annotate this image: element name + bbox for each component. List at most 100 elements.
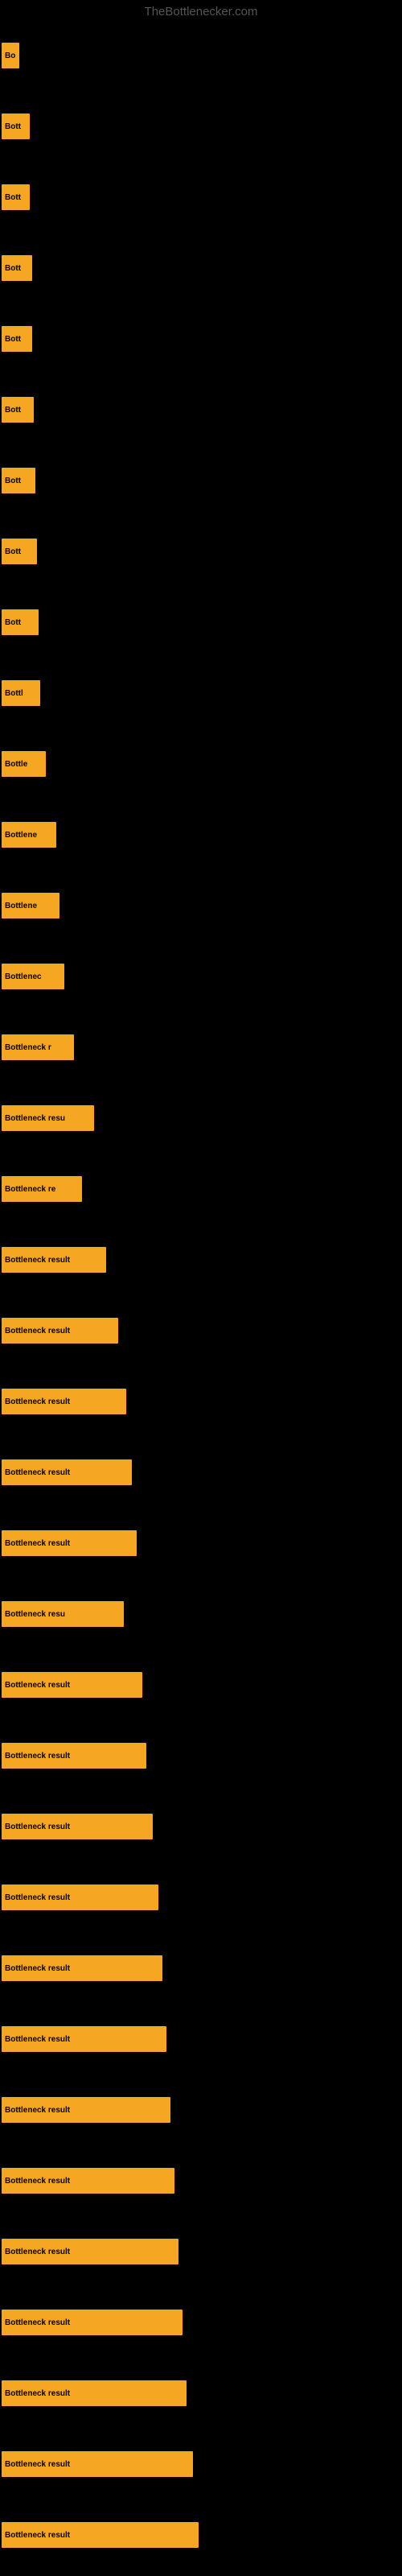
bar-label: Bottleneck re <box>5 1185 55 1194</box>
bar-row: Bottleneck result <box>0 1366 402 1437</box>
bar-label: Bottleneck resu <box>5 1114 65 1123</box>
bar: Bottleneck result <box>2 2097 170 2123</box>
bar: Bott <box>2 184 30 210</box>
bar-row: Bottleneck result <box>0 1791 402 1862</box>
bar-row: Bottleneck result <box>0 2216 402 2287</box>
bar-label: Bottlene <box>5 902 37 910</box>
bar-label: Bottleneck result <box>5 1823 70 1831</box>
bar-row: Bo <box>0 20 402 91</box>
bar-row: Bott <box>0 162 402 233</box>
bar-row: Bott <box>0 233 402 303</box>
bar: Bottleneck resu <box>2 1105 94 1131</box>
bar: Bottlenec <box>2 964 64 989</box>
bar-row: Bott <box>0 91 402 162</box>
bar: Bottleneck result <box>2 1459 132 1485</box>
bar-row: Bott <box>0 303 402 374</box>
bar-label: Bottl <box>5 689 23 698</box>
bar: Bottleneck result <box>2 2451 193 2477</box>
bar-row: Bottleneck result <box>0 1437 402 1508</box>
bar-row: Bottleneck result <box>0 1224 402 1295</box>
bar: Bott <box>2 539 37 564</box>
bar: Bottleneck result <box>2 1247 106 1273</box>
bar: Bottle <box>2 751 46 777</box>
bar: Bottleneck result <box>2 2239 178 2264</box>
bar-label: Bottleneck result <box>5 1681 70 1690</box>
bar-label: Bottleneck result <box>5 2106 70 2115</box>
bar: Bott <box>2 609 39 635</box>
bar-label: Bott <box>5 193 21 202</box>
bar: Bottleneck result <box>2 1955 162 1981</box>
bar-label: Bottleneck result <box>5 1539 70 1548</box>
bar-row: Bottle <box>0 729 402 799</box>
bar-row: Bottlene <box>0 870 402 941</box>
bar-row: Bottleneck result <box>0 2358 402 2429</box>
bar-label: Bottleneck result <box>5 2035 70 2044</box>
bar: Bottleneck resu <box>2 1601 124 1627</box>
bar: Bottleneck result <box>2 1530 137 1556</box>
bar: Bott <box>2 468 35 493</box>
bar-label: Bottleneck result <box>5 1327 70 1335</box>
bar: Bottleneck result <box>2 2168 174 2194</box>
bar-row: Bott <box>0 587 402 658</box>
bar: Bott <box>2 114 30 139</box>
bar-label: Bott <box>5 122 21 131</box>
bar-row: Bottleneck result <box>0 2145 402 2216</box>
bar: Bott <box>2 326 32 352</box>
bar-label: Bottlene <box>5 831 37 840</box>
site-title: TheBottlenecker.com <box>0 0 402 20</box>
bar-label: Bottleneck result <box>5 1893 70 1902</box>
bar: Bottleneck result <box>2 1743 146 1769</box>
bar-label: Bottleneck r <box>5 1043 51 1052</box>
bar-row: Bottleneck resu <box>0 1083 402 1154</box>
bar-label: Bottleneck result <box>5 2177 70 2186</box>
bar-row: Bottleneck result <box>0 1649 402 1720</box>
bar-row: Bottleneck result <box>0 2004 402 2074</box>
bar-label: Bo <box>5 52 15 60</box>
bar: Bottlene <box>2 822 56 848</box>
bar-label: Bottleneck result <box>5 1256 70 1265</box>
bar: Bottleneck result <box>2 1885 158 1910</box>
bar-label: Bottleneck result <box>5 2531 70 2540</box>
bar-label: Bottleneck resu <box>5 1610 65 1619</box>
bar-row: Bottleneck result <box>0 2074 402 2145</box>
bar: Bottleneck r <box>2 1034 74 1060</box>
bar-label: Bottleneck result <box>5 1397 70 1406</box>
bar-label: Bott <box>5 618 21 627</box>
bar-row: Bott <box>0 374 402 445</box>
bar-label: Bott <box>5 406 21 415</box>
bar: Bottlene <box>2 893 59 919</box>
bar-label: Bottleneck result <box>5 2460 70 2469</box>
bar-label: Bott <box>5 335 21 344</box>
bar: Bottleneck result <box>2 2310 183 2335</box>
bar-row: Bottleneck result <box>0 1933 402 2004</box>
bar: Bottleneck result <box>2 2522 199 2548</box>
bar-label: Bottleneck result <box>5 1468 70 1477</box>
bar-row: Bottlene <box>0 799 402 870</box>
bar-label: Bott <box>5 477 21 485</box>
bar: Bottleneck re <box>2 1176 82 1202</box>
bar-label: Bottleneck result <box>5 2248 70 2256</box>
bar-row: Bottleneck resu <box>0 1579 402 1649</box>
bar-label: Bott <box>5 264 21 273</box>
bar-label: Bottleneck result <box>5 2389 70 2398</box>
bar-row: Bott <box>0 516 402 587</box>
bar-row: Bottleneck r <box>0 1012 402 1083</box>
bar-row: Bottleneck re <box>0 1154 402 1224</box>
bar: Bottleneck result <box>2 1672 142 1698</box>
bar: Bott <box>2 255 32 281</box>
bar: Bottleneck result <box>2 2026 166 2052</box>
bar-row: Bott <box>0 445 402 516</box>
bar-row: Bottlenec <box>0 941 402 1012</box>
bar: Bottl <box>2 680 40 706</box>
bar-row: Bottleneck result <box>0 1862 402 1933</box>
bar-row: Bottleneck result <box>0 2287 402 2358</box>
bar: Bottleneck result <box>2 2380 187 2406</box>
bar-label: Bottleneck result <box>5 2318 70 2327</box>
bar: Bottleneck result <box>2 1814 153 1839</box>
bar-row: Bottleneck result <box>0 1508 402 1579</box>
bar: Bottleneck result <box>2 1318 118 1344</box>
bar: Bottleneck result <box>2 1389 126 1414</box>
bar-row: Bottleneck result <box>0 1295 402 1366</box>
bar-label: Bottleneck result <box>5 1964 70 1973</box>
bar-label: Bottleneck result <box>5 1752 70 1761</box>
